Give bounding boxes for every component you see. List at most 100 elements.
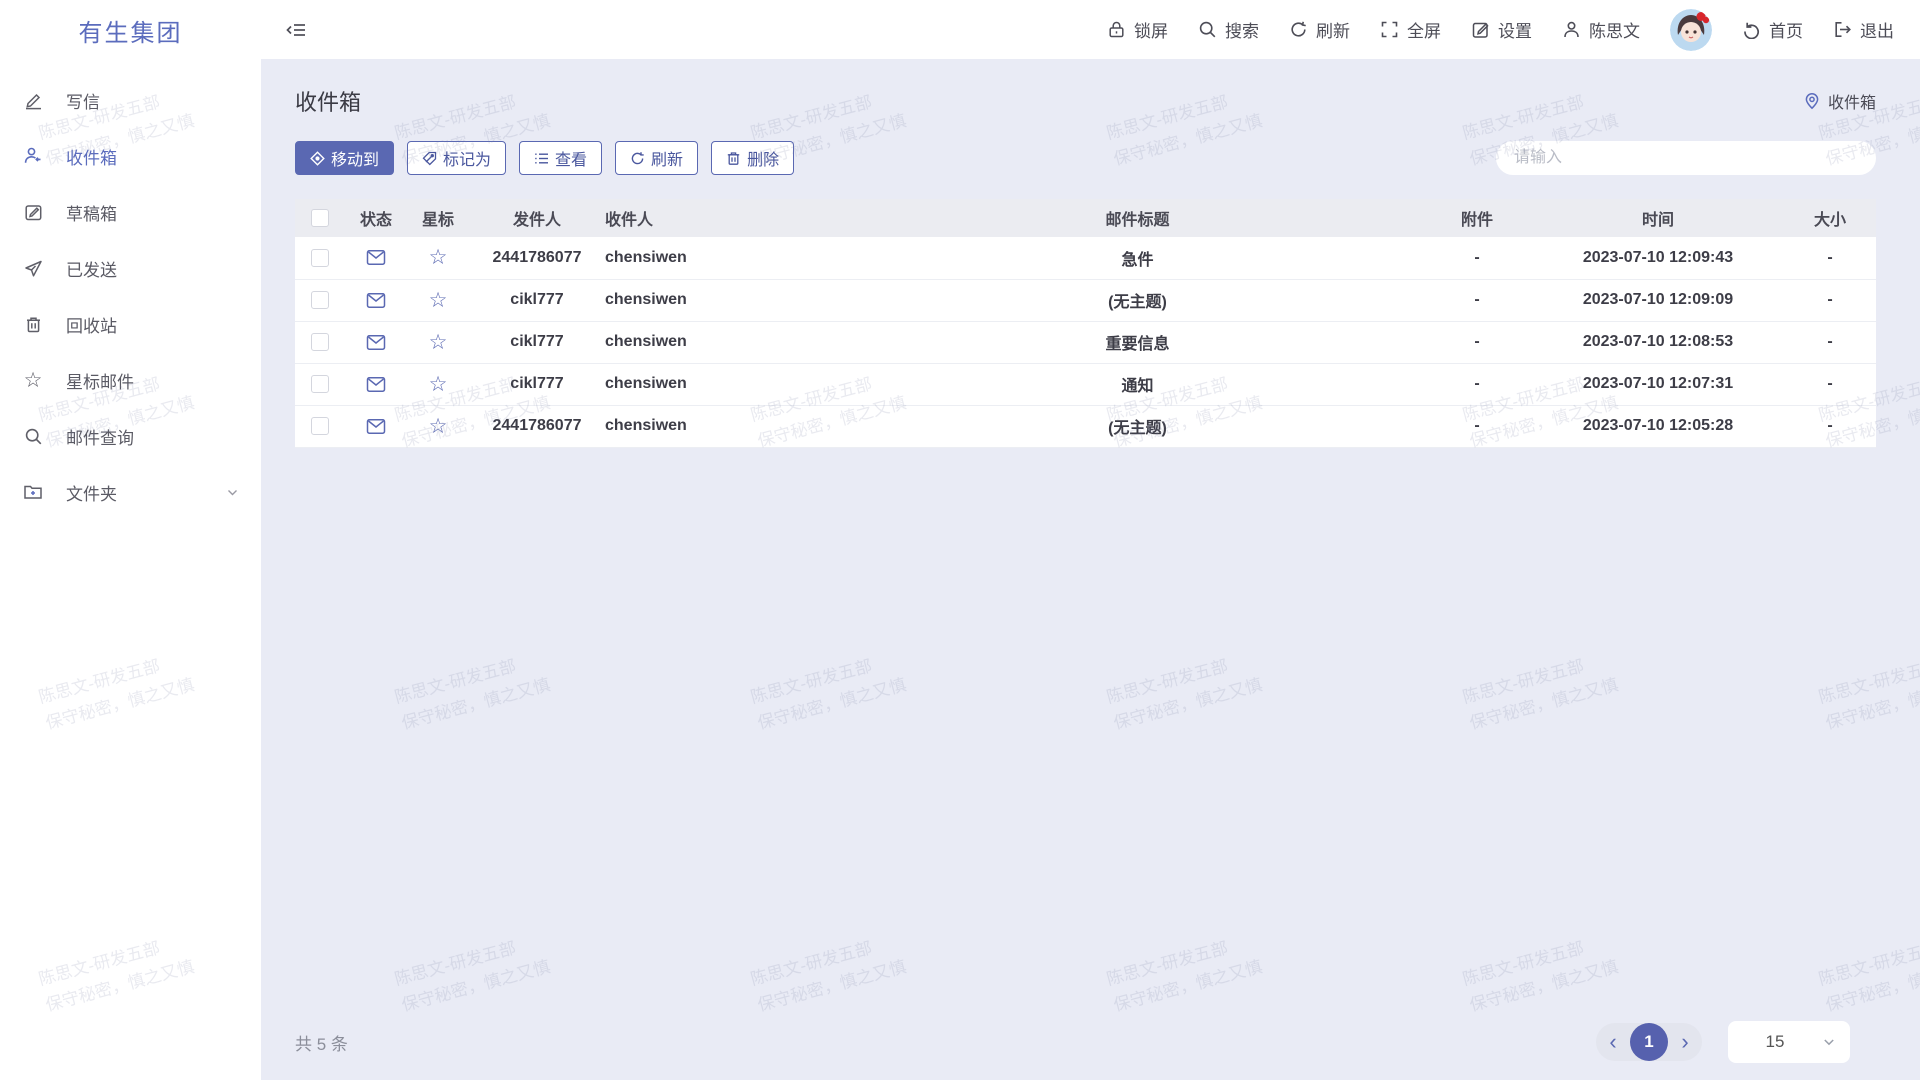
sidebar-item-trash[interactable]: 回收站 [0, 296, 261, 352]
list-icon [534, 151, 549, 166]
attachment-cell: - [1422, 321, 1532, 363]
table-row[interactable]: ☆2441786077chensiwen(无主题)-2023-07-10 12:… [295, 405, 1876, 447]
sidebar-item-sent[interactable]: 已发送 [0, 240, 261, 296]
sidebar-item-inbox[interactable]: 收件箱 [0, 128, 261, 184]
time-cell: 2023-07-10 12:05:28 [1532, 405, 1784, 447]
prev-page-button[interactable]: ‹ [1596, 1023, 1630, 1061]
topbar-label: 刷新 [1316, 17, 1350, 42]
search-input[interactable] [1496, 141, 1876, 175]
total-count: 共 5 条 [295, 1030, 348, 1055]
refresh-button[interactable]: 刷新 [1289, 17, 1350, 42]
lock-screen-button[interactable]: 锁屏 [1107, 17, 1168, 42]
topbar-label: 首页 [1769, 17, 1803, 42]
row-checkbox[interactable] [311, 375, 329, 393]
star-toggle[interactable]: ☆ [429, 246, 448, 269]
time-cell: 2023-07-10 12:09:43 [1532, 237, 1784, 279]
status-cell [345, 363, 407, 405]
column-header-recipient: 收件人 [605, 199, 853, 237]
content: 收件箱 收件箱 移动到 标记为 [261, 59, 1920, 1080]
avatar[interactable] [1670, 9, 1712, 51]
column-header-status: 状态 [345, 199, 407, 237]
sender-cell: cikl777 [469, 279, 605, 321]
delete-button[interactable]: 删除 [711, 141, 794, 175]
next-page-button[interactable]: › [1668, 1023, 1702, 1061]
recipient-cell: chensiwen [605, 321, 853, 363]
subject-cell: (无主题) [853, 279, 1422, 321]
select-all-checkbox[interactable] [311, 209, 329, 227]
table-row[interactable]: ☆cikl777chensiwen重要信息-2023-07-10 12:08:5… [295, 321, 1876, 363]
logout-icon [1833, 20, 1852, 39]
sidebar-item-folders[interactable]: 文件夹 [0, 464, 261, 520]
sidebar-item-label: 草稿箱 [66, 200, 117, 225]
table-header-row: 状态 星标 发件人 收件人 邮件标题 附件 时间 大小 [295, 199, 1876, 237]
table-row[interactable]: ☆2441786077chensiwen急件-2023-07-10 12:09:… [295, 237, 1876, 279]
view-button[interactable]: 查看 [519, 141, 602, 175]
sidebar-item-compose[interactable]: 写信 [0, 72, 261, 128]
logout-button[interactable]: 退出 [1833, 17, 1894, 42]
recipient-cell: chensiwen [605, 237, 853, 279]
topbar: 锁屏 搜索 刷新 全屏 设置 [261, 0, 1920, 59]
column-header-size: 大小 [1784, 199, 1876, 237]
button-label: 查看 [555, 146, 587, 170]
star-toggle[interactable]: ☆ [429, 415, 448, 438]
column-header-sender: 发件人 [469, 199, 605, 237]
home-button[interactable]: 首页 [1742, 17, 1803, 42]
current-page[interactable]: 1 [1630, 1023, 1668, 1061]
table-row[interactable]: ☆cikl777chensiwen(无主题)-2023-07-10 12:09:… [295, 279, 1876, 321]
breadcrumb-label: 收件箱 [1828, 89, 1876, 113]
recipient-cell: chensiwen [605, 405, 853, 447]
recipient-cell: chensiwen [605, 363, 853, 405]
topbar-label: 锁屏 [1134, 17, 1168, 42]
size-cell: - [1784, 405, 1876, 447]
status-cell [345, 321, 407, 363]
star-toggle[interactable]: ☆ [429, 289, 448, 312]
time-cell: 2023-07-10 12:08:53 [1532, 321, 1784, 363]
envelope-icon [366, 292, 386, 309]
refresh-icon [630, 151, 645, 166]
draft-icon [22, 201, 44, 223]
button-label: 删除 [747, 146, 779, 170]
page-size-value: 15 [1728, 1032, 1822, 1052]
menu-fold-icon[interactable] [285, 17, 311, 43]
sidebar-item-label: 收件箱 [66, 144, 117, 169]
fullscreen-button[interactable]: 全屏 [1380, 17, 1441, 42]
row-checkbox[interactable] [311, 333, 329, 351]
folder-plus-icon [22, 481, 44, 503]
row-checkbox[interactable] [311, 249, 329, 267]
topbar-label: 搜索 [1225, 17, 1259, 42]
main-area: 锁屏 搜索 刷新 全屏 设置 [261, 0, 1920, 1080]
table-row[interactable]: ☆cikl777chensiwen通知-2023-07-10 12:07:31- [295, 363, 1876, 405]
attachment-cell: - [1422, 237, 1532, 279]
button-label: 移动到 [331, 146, 379, 170]
search-button[interactable]: 搜索 [1198, 17, 1259, 42]
attachment-cell: - [1422, 363, 1532, 405]
refresh-list-button[interactable]: 刷新 [615, 141, 698, 175]
sidebar-item-mail-search[interactable]: 邮件查询 [0, 408, 261, 464]
sidebar-item-label: 邮件查询 [66, 424, 134, 449]
sender-cell: 2441786077 [469, 237, 605, 279]
move-to-button[interactable]: 移动到 [295, 141, 394, 175]
current-user-button[interactable]: 陈思文 [1562, 17, 1640, 42]
column-header-time: 时间 [1532, 199, 1784, 237]
footer: 共 5 条 ‹ 1 › 15 [295, 1004, 1876, 1080]
chevron-down-icon [1822, 1035, 1836, 1049]
size-cell: - [1784, 279, 1876, 321]
sidebar-item-label: 已发送 [66, 256, 117, 281]
lock-icon [1107, 20, 1126, 39]
chevron-down-icon [226, 486, 239, 499]
mark-as-button[interactable]: 标记为 [407, 141, 506, 175]
search-icon [22, 425, 44, 447]
page-size-select[interactable]: 15 [1728, 1021, 1850, 1063]
breadcrumb: 收件箱 [1803, 89, 1876, 113]
subject-cell: 通知 [853, 363, 1422, 405]
star-toggle[interactable]: ☆ [429, 331, 448, 354]
settings-button[interactable]: 设置 [1471, 17, 1532, 42]
row-checkbox[interactable] [311, 291, 329, 309]
sender-cell: cikl777 [469, 321, 605, 363]
subject-cell: (无主题) [853, 405, 1422, 447]
sidebar-item-drafts[interactable]: 草稿箱 [0, 184, 261, 240]
sidebar-item-starred[interactable]: ☆ 星标邮件 [0, 352, 261, 408]
star-toggle[interactable]: ☆ [429, 373, 448, 396]
row-checkbox[interactable] [311, 417, 329, 435]
sidebar-item-label: 星标邮件 [66, 368, 134, 393]
